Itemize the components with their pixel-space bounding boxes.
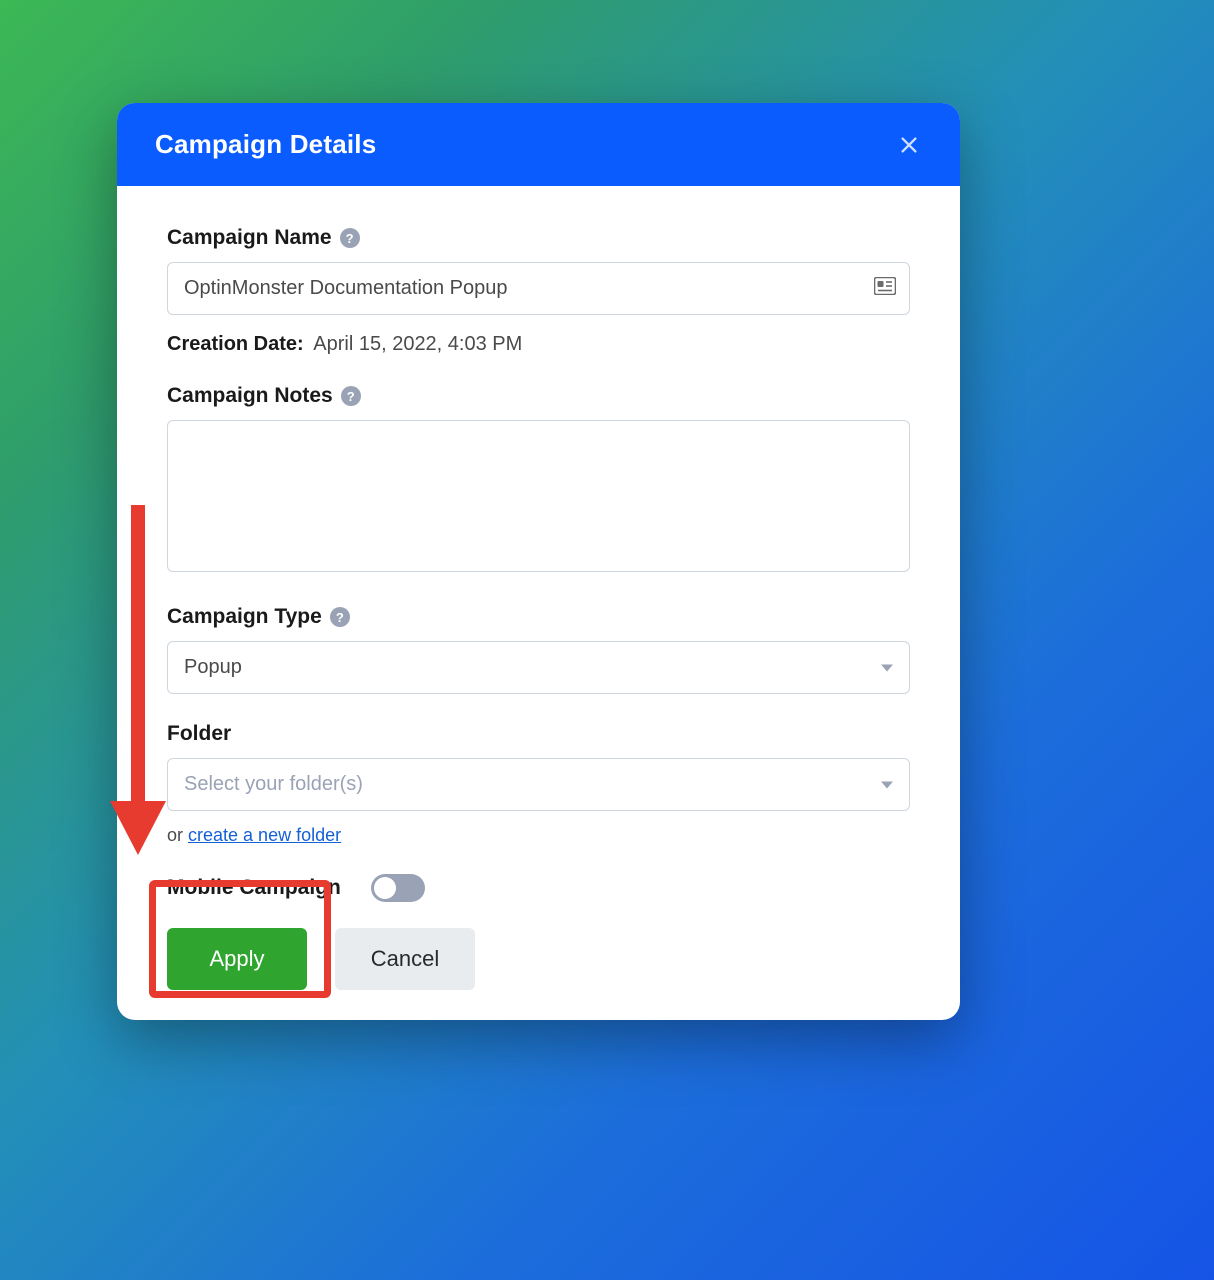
modal-body: Campaign Name ? Creation Date: April 15,… [117,186,960,1020]
folder-label-row: Folder [167,722,910,746]
modal-header: Campaign Details [117,103,960,186]
modal-title: Campaign Details [155,129,376,160]
close-icon [898,134,920,156]
help-icon[interactable]: ? [341,386,361,406]
toggle-knob [374,877,396,899]
campaign-type-label-row: Campaign Type ? [167,605,910,629]
folder-placeholder: Select your folder(s) [184,773,363,796]
help-icon[interactable]: ? [330,607,350,627]
campaign-type-select[interactable]: Popup [167,641,910,694]
mobile-campaign-label: Mobile Campaign [167,876,341,900]
creation-date-row: Creation Date: April 15, 2022, 4:03 PM [167,333,910,356]
creation-date-value: April 15, 2022, 4:03 PM [313,333,522,355]
campaign-notes-section: Campaign Notes ? [167,384,910,577]
campaign-type-label: Campaign Type [167,605,322,629]
chevron-down-icon [881,781,893,788]
campaign-name-input-wrap [167,262,910,315]
mobile-campaign-label-row: Mobile Campaign [167,876,341,900]
cancel-button[interactable]: Cancel [335,928,475,990]
campaign-name-input[interactable] [167,262,910,315]
close-button[interactable] [896,132,922,158]
campaign-type-value: Popup [184,656,242,679]
folder-hint-prefix: or [167,825,188,845]
help-icon[interactable]: ? [340,228,360,248]
mobile-campaign-toggle[interactable] [371,874,425,902]
creation-date-label: Creation Date: [167,333,304,355]
folder-section: Folder Select your folder(s) or create a… [167,722,910,846]
folder-select[interactable]: Select your folder(s) [167,758,910,811]
campaign-notes-label-row: Campaign Notes ? [167,384,910,408]
campaign-notes-input[interactable] [167,420,910,572]
apply-button[interactable]: Apply [167,928,307,990]
folder-label: Folder [167,722,231,746]
mobile-campaign-row: Mobile Campaign [167,874,910,902]
chevron-down-icon [881,664,893,671]
button-row: Apply Cancel [167,928,910,990]
folder-hint: or create a new folder [167,825,910,846]
campaign-notes-label: Campaign Notes [167,384,333,408]
campaign-type-section: Campaign Type ? Popup [167,605,910,694]
campaign-name-label: Campaign Name [167,226,332,250]
create-folder-link[interactable]: create a new folder [188,825,341,845]
campaign-details-modal: Campaign Details Campaign Name ? Creatio… [117,103,960,1020]
campaign-name-label-row: Campaign Name ? [167,226,910,250]
